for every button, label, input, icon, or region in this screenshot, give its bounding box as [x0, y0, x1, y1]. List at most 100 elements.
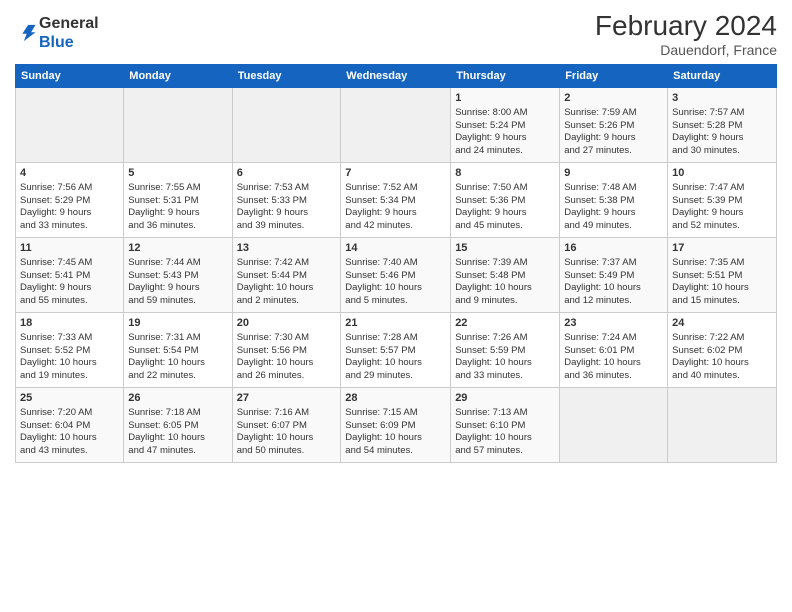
day-info-line: Sunrise: 7:33 AM	[20, 332, 119, 345]
day-info-line: Sunset: 6:01 PM	[564, 345, 663, 358]
day-info-line: Sunrise: 7:37 AM	[564, 257, 663, 270]
day-info-line: Sunset: 5:39 PM	[672, 195, 772, 208]
calendar-cell: 14Sunrise: 7:40 AMSunset: 5:46 PMDayligh…	[341, 238, 451, 313]
calendar-cell: 26Sunrise: 7:18 AMSunset: 6:05 PMDayligh…	[124, 388, 232, 463]
calendar-cell: 4Sunrise: 7:56 AMSunset: 5:29 PMDaylight…	[16, 163, 124, 238]
day-info-line: Daylight: 9 hours	[128, 207, 227, 220]
day-number: 27	[237, 391, 337, 406]
day-number: 25	[20, 391, 119, 406]
day-info-line: Sunset: 5:43 PM	[128, 270, 227, 283]
day-info-line: Sunset: 5:31 PM	[128, 195, 227, 208]
day-info-line: Sunrise: 7:44 AM	[128, 257, 227, 270]
day-info-line: Daylight: 10 hours	[345, 282, 446, 295]
day-info-line: and 33 minutes.	[20, 220, 119, 233]
day-info-line: Sunrise: 7:31 AM	[128, 332, 227, 345]
day-number: 28	[345, 391, 446, 406]
calendar-cell: 12Sunrise: 7:44 AMSunset: 5:43 PMDayligh…	[124, 238, 232, 313]
day-info-line: Sunset: 6:07 PM	[237, 420, 337, 433]
day-number: 3	[672, 91, 772, 106]
calendar-cell: 2Sunrise: 7:59 AMSunset: 5:26 PMDaylight…	[560, 88, 668, 163]
day-number: 5	[128, 166, 227, 181]
calendar-cell: 19Sunrise: 7:31 AMSunset: 5:54 PMDayligh…	[124, 313, 232, 388]
calendar-cell: 27Sunrise: 7:16 AMSunset: 6:07 PMDayligh…	[232, 388, 341, 463]
day-info-line: Sunrise: 7:55 AM	[128, 182, 227, 195]
day-number: 9	[564, 166, 663, 181]
day-number: 6	[237, 166, 337, 181]
day-number: 20	[237, 316, 337, 331]
calendar-cell: 23Sunrise: 7:24 AMSunset: 6:01 PMDayligh…	[560, 313, 668, 388]
day-info-line: Sunset: 5:33 PM	[237, 195, 337, 208]
day-info-line: Daylight: 9 hours	[455, 132, 555, 145]
day-info-line: Sunrise: 7:57 AM	[672, 107, 772, 120]
day-number: 23	[564, 316, 663, 331]
logo-text-line1: General	[39, 14, 99, 33]
day-number: 19	[128, 316, 227, 331]
day-info-line: Daylight: 9 hours	[672, 207, 772, 220]
day-info-line: Daylight: 10 hours	[455, 357, 555, 370]
calendar-cell	[668, 388, 777, 463]
day-info-line: Daylight: 10 hours	[672, 282, 772, 295]
header-monday: Monday	[124, 65, 232, 88]
day-info-line: Sunset: 6:09 PM	[345, 420, 446, 433]
day-info-line: Daylight: 10 hours	[237, 282, 337, 295]
day-info-line: Daylight: 9 hours	[20, 207, 119, 220]
day-number: 4	[20, 166, 119, 181]
calendar-cell: 22Sunrise: 7:26 AMSunset: 5:59 PMDayligh…	[451, 313, 560, 388]
day-number: 21	[345, 316, 446, 331]
day-info-line: and 50 minutes.	[237, 445, 337, 458]
day-info-line: and 15 minutes.	[672, 295, 772, 308]
day-info-line: Sunrise: 7:39 AM	[455, 257, 555, 270]
day-info-line: Sunrise: 7:52 AM	[345, 182, 446, 195]
calendar-cell	[232, 88, 341, 163]
calendar-cell	[124, 88, 232, 163]
calendar-cell: 20Sunrise: 7:30 AMSunset: 5:56 PMDayligh…	[232, 313, 341, 388]
day-info-line: Sunrise: 7:59 AM	[564, 107, 663, 120]
day-info-line: Sunrise: 7:26 AM	[455, 332, 555, 345]
day-info-line: Daylight: 10 hours	[455, 432, 555, 445]
day-number: 8	[455, 166, 555, 181]
calendar-cell: 13Sunrise: 7:42 AMSunset: 5:44 PMDayligh…	[232, 238, 341, 313]
day-info-line: Daylight: 10 hours	[345, 432, 446, 445]
calendar-week-3: 18Sunrise: 7:33 AMSunset: 5:52 PMDayligh…	[16, 313, 777, 388]
day-info-line: Daylight: 9 hours	[564, 132, 663, 145]
day-info-line: Sunset: 5:38 PM	[564, 195, 663, 208]
month-title: February 2024	[595, 10, 777, 42]
day-info-line: Sunset: 5:52 PM	[20, 345, 119, 358]
day-info-line: and 40 minutes.	[672, 370, 772, 383]
calendar-cell: 21Sunrise: 7:28 AMSunset: 5:57 PMDayligh…	[341, 313, 451, 388]
day-info-line: Daylight: 10 hours	[564, 282, 663, 295]
day-info-line: Sunset: 5:26 PM	[564, 120, 663, 133]
day-info-line: Sunset: 5:49 PM	[564, 270, 663, 283]
day-info-line: Daylight: 10 hours	[128, 357, 227, 370]
day-number: 14	[345, 241, 446, 256]
day-info-line: Sunset: 5:41 PM	[20, 270, 119, 283]
calendar-cell: 11Sunrise: 7:45 AMSunset: 5:41 PMDayligh…	[16, 238, 124, 313]
day-info-line: Sunset: 5:29 PM	[20, 195, 119, 208]
day-info-line: Daylight: 10 hours	[128, 432, 227, 445]
calendar-cell	[341, 88, 451, 163]
header-tuesday: Tuesday	[232, 65, 341, 88]
day-info-line: Sunset: 6:02 PM	[672, 345, 772, 358]
day-info-line: Daylight: 10 hours	[672, 357, 772, 370]
day-info-line: and 55 minutes.	[20, 295, 119, 308]
day-info-line: Sunrise: 7:13 AM	[455, 407, 555, 420]
title-area: February 2024 Dauendorf, France	[595, 10, 777, 58]
day-info-line: and 22 minutes.	[128, 370, 227, 383]
calendar-cell: 5Sunrise: 7:55 AMSunset: 5:31 PMDaylight…	[124, 163, 232, 238]
day-info-line: and 57 minutes.	[455, 445, 555, 458]
day-info-line: and 59 minutes.	[128, 295, 227, 308]
day-info-line: and 30 minutes.	[672, 145, 772, 158]
header-sunday: Sunday	[16, 65, 124, 88]
day-number: 1	[455, 91, 555, 106]
day-info-line: and 39 minutes.	[237, 220, 337, 233]
day-number: 7	[345, 166, 446, 181]
day-number: 22	[455, 316, 555, 331]
logo-text-line2: Blue	[39, 33, 99, 52]
day-info-line: Daylight: 9 hours	[564, 207, 663, 220]
day-info-line: Sunrise: 7:20 AM	[20, 407, 119, 420]
day-info-line: Daylight: 10 hours	[455, 282, 555, 295]
day-info-line: and 36 minutes.	[128, 220, 227, 233]
day-info-line: and 49 minutes.	[564, 220, 663, 233]
day-info-line: Sunrise: 7:42 AM	[237, 257, 337, 270]
day-info-line: Sunrise: 7:16 AM	[237, 407, 337, 420]
